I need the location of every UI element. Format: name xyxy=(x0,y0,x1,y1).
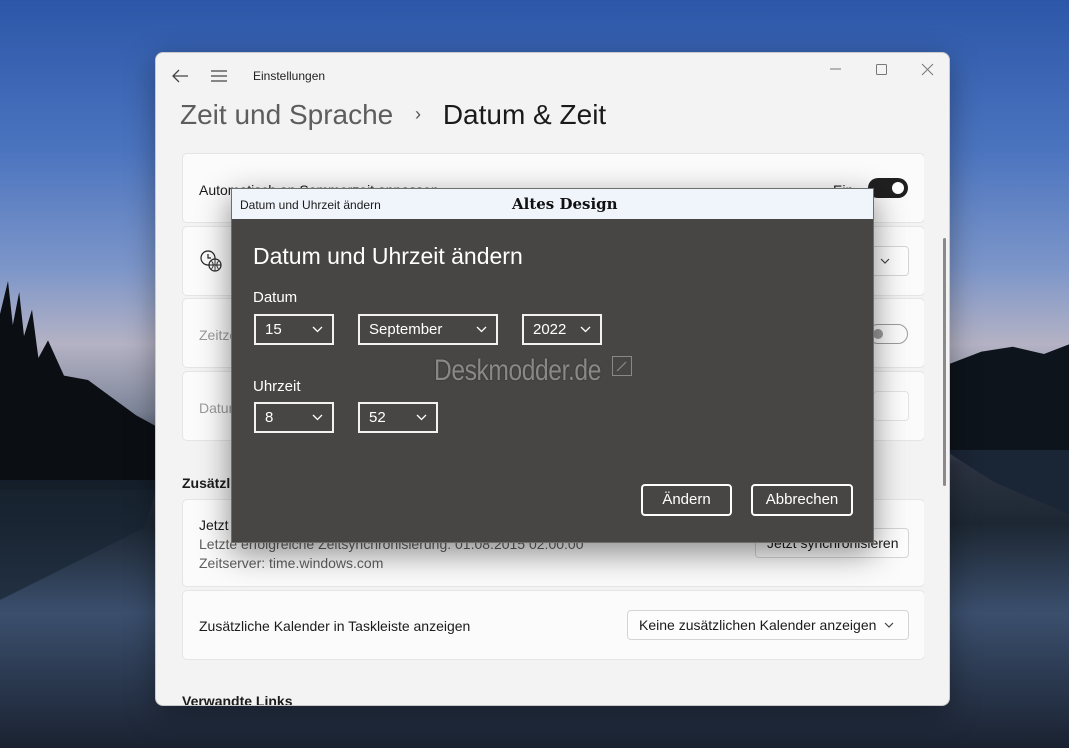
maximize-icon[interactable] xyxy=(872,61,892,77)
watermark-pen-icon xyxy=(612,356,632,376)
month-value: September xyxy=(369,321,443,338)
close-icon[interactable] xyxy=(918,61,938,77)
chevron-down-icon xyxy=(312,326,323,333)
chevron-down-icon xyxy=(884,622,894,628)
title-bar: Einstellungen xyxy=(156,53,949,97)
calendar-label: Zusätzliche Kalender in Taskleiste anzei… xyxy=(199,618,471,634)
minute-value: 52 xyxy=(369,409,386,426)
dst-toggle[interactable] xyxy=(868,178,908,198)
time-server-text: Zeitserver: time.windows.com xyxy=(199,555,384,571)
date-label: Datum xyxy=(253,289,298,306)
related-links-heading: Verwandte Links xyxy=(182,693,293,705)
scrollbar[interactable] xyxy=(943,238,946,486)
chevron-down-icon xyxy=(476,326,487,333)
hour-select[interactable]: 8 xyxy=(254,402,334,433)
chevron-down-icon xyxy=(312,414,323,421)
dialog-window-title: Datum und Uhrzeit ändern xyxy=(240,198,381,212)
watermark: Deskmodder.de xyxy=(434,354,601,387)
breadcrumb: Zeit und Sprache › Datum & Zeit xyxy=(180,99,606,131)
page-title: Datum & Zeit xyxy=(442,99,607,130)
wallpaper-hills-right xyxy=(944,344,1069,450)
hamburger-menu-icon[interactable] xyxy=(210,69,228,83)
chevron-down-icon xyxy=(880,258,890,264)
chevron-right-icon: › xyxy=(415,104,422,124)
day-select[interactable]: 15 xyxy=(254,314,334,345)
change-date-button[interactable] xyxy=(873,391,909,421)
breadcrumb-parent[interactable]: Zeit und Sprache xyxy=(180,99,393,130)
month-select[interactable]: September xyxy=(358,314,498,345)
dialog-title-bar: Datum und Uhrzeit ändern Altes Design xyxy=(232,189,873,219)
time-label: Uhrzeit xyxy=(253,378,301,395)
wallpaper-reflection-right xyxy=(944,450,1069,514)
clock-globe-icon xyxy=(200,250,222,272)
year-select[interactable]: 2022 xyxy=(522,314,602,345)
minute-select[interactable]: 52 xyxy=(358,402,438,433)
calendar-card: Zusätzliche Kalender in Taskleiste anzei… xyxy=(182,590,924,660)
calendar-dropdown-value: Keine zusätzlichen Kalender anzeigen xyxy=(639,617,877,633)
day-value: 15 xyxy=(265,321,282,338)
minimize-icon[interactable] xyxy=(826,61,846,77)
app-title: Einstellungen xyxy=(253,69,326,83)
calendar-dropdown[interactable]: Keine zusätzlichen Kalender anzeigen xyxy=(627,610,909,640)
old-design-badge: Altes Design xyxy=(512,195,618,213)
back-arrow-icon[interactable] xyxy=(170,67,190,85)
hour-value: 8 xyxy=(265,409,274,426)
cancel-button[interactable]: Abbrechen xyxy=(751,484,853,516)
change-button[interactable]: Ändern xyxy=(641,484,732,516)
auto-timezone-toggle[interactable] xyxy=(868,324,908,344)
chevron-down-icon xyxy=(580,326,591,333)
chevron-down-icon xyxy=(416,414,427,421)
year-value: 2022 xyxy=(533,321,567,338)
dialog-heading: Datum und Uhrzeit ändern xyxy=(253,243,523,269)
wallpaper-reflection-left xyxy=(0,480,160,600)
wallpaper-trees-left xyxy=(0,281,160,490)
